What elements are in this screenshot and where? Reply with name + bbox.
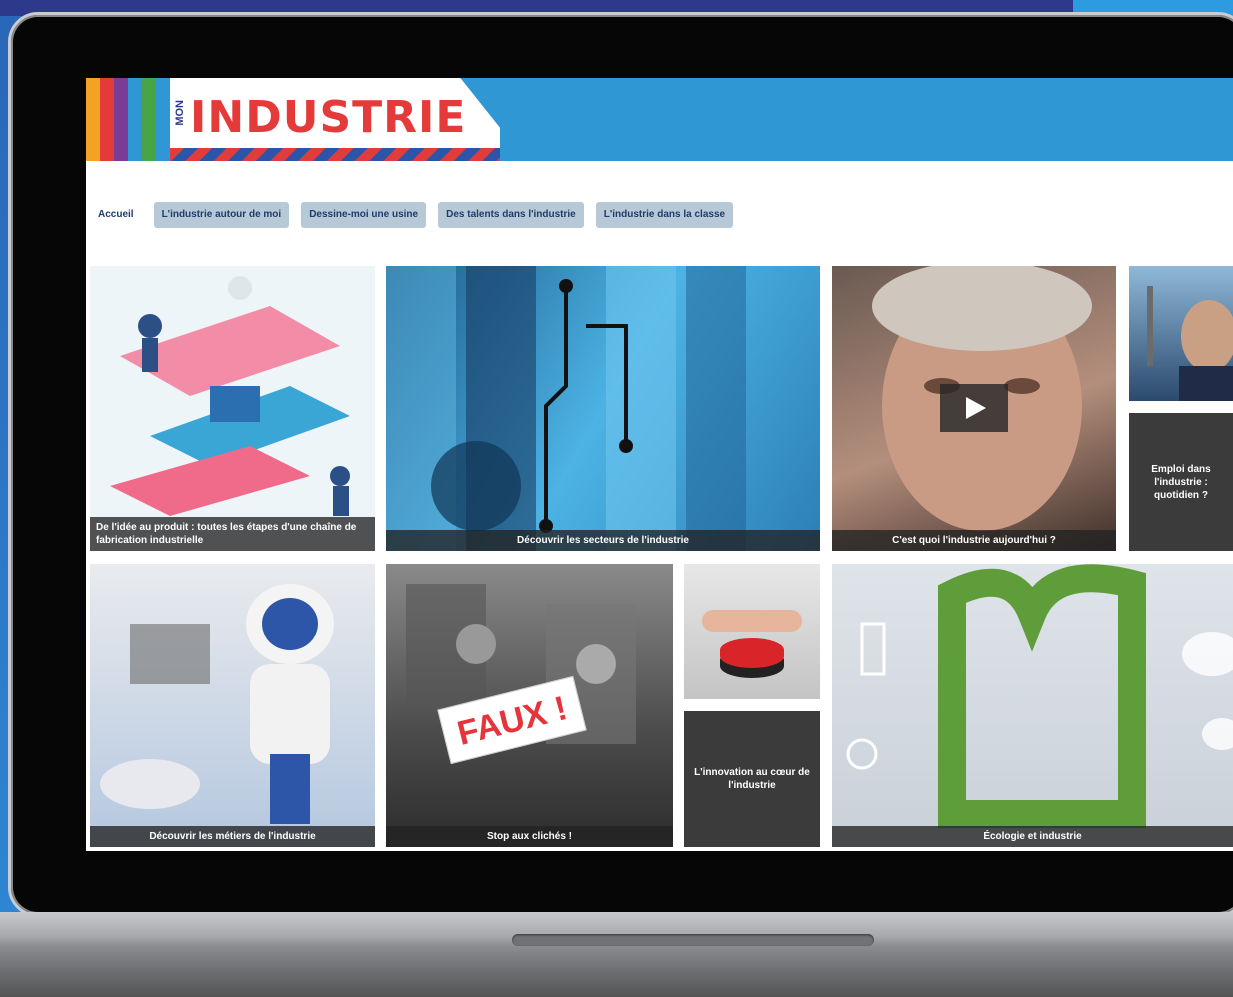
site-header: MON INDUSTRIE xyxy=(86,78,1233,161)
tile-caption: Découvrir les métiers de l'industrie xyxy=(90,826,375,847)
robot-photo xyxy=(100,584,334,824)
play-icon[interactable] xyxy=(940,384,1008,432)
logo-industrie-text: INDUSTRIE xyxy=(190,92,467,143)
nav-home[interactable]: Accueil xyxy=(90,202,142,228)
tile-employment-photo[interactable] xyxy=(1129,266,1233,401)
main-nav: Accueil L'industrie autour de moi Dessin… xyxy=(86,200,734,230)
tile-caption: Découvrir les secteurs de l'industrie xyxy=(386,530,820,551)
tile-video-industry-today[interactable]: C'est quoi l'industrie aujourd'hui ? xyxy=(832,266,1116,551)
tile-sectors[interactable]: Découvrir les secteurs de l'industrie xyxy=(386,266,820,551)
tile-innovation-text[interactable]: L'innovation au cœur de l'industrie xyxy=(684,711,820,847)
nav-draw-factory[interactable]: Dessine-moi une usine xyxy=(301,202,427,228)
tile-caption: De l'idée au produit : toutes les étapes… xyxy=(90,517,375,551)
laptop-notch xyxy=(512,934,874,946)
tile-cliches[interactable]: FAUX ! Stop aux clichés ! xyxy=(386,564,673,847)
tile-innovation-photo[interactable] xyxy=(684,564,820,699)
tile-caption: C'est quoi l'industrie aujourd'hui ? xyxy=(832,530,1116,551)
tile-production-chain[interactable]: De l'idée au produit : toutes les étapes… xyxy=(90,266,375,551)
engineer-photo xyxy=(1147,286,1233,401)
factory-illustration xyxy=(110,276,350,516)
logo-mon-text: MON xyxy=(174,100,186,126)
ecology-illustration xyxy=(846,564,1233,828)
tile-jobs[interactable]: Découvrir les métiers de l'industrie xyxy=(90,564,375,847)
website-screen: MON INDUSTRIE Accueil L'industrie autour… xyxy=(86,78,1233,851)
logo-ribbon xyxy=(170,148,500,161)
circuit-illustration xyxy=(386,266,746,551)
hand-image xyxy=(702,610,802,632)
red-button-image xyxy=(720,638,784,668)
nav-talents[interactable]: Des talents dans l'industrie xyxy=(438,202,584,228)
nav-industry-around-me[interactable]: L'industrie autour de moi xyxy=(153,202,290,228)
tile-caption: Écologie et industrie xyxy=(832,826,1233,847)
brand-stripes xyxy=(86,78,156,161)
laptop-base xyxy=(0,912,1233,997)
tile-caption: Stop aux clichés ! xyxy=(386,826,673,847)
tile-ecology[interactable]: Écologie et industrie xyxy=(832,564,1233,847)
tile-employment-text[interactable]: Emploi dans l'industrie : quotidien ? xyxy=(1129,413,1233,551)
nav-classroom[interactable]: L'industrie dans la classe xyxy=(595,202,734,228)
